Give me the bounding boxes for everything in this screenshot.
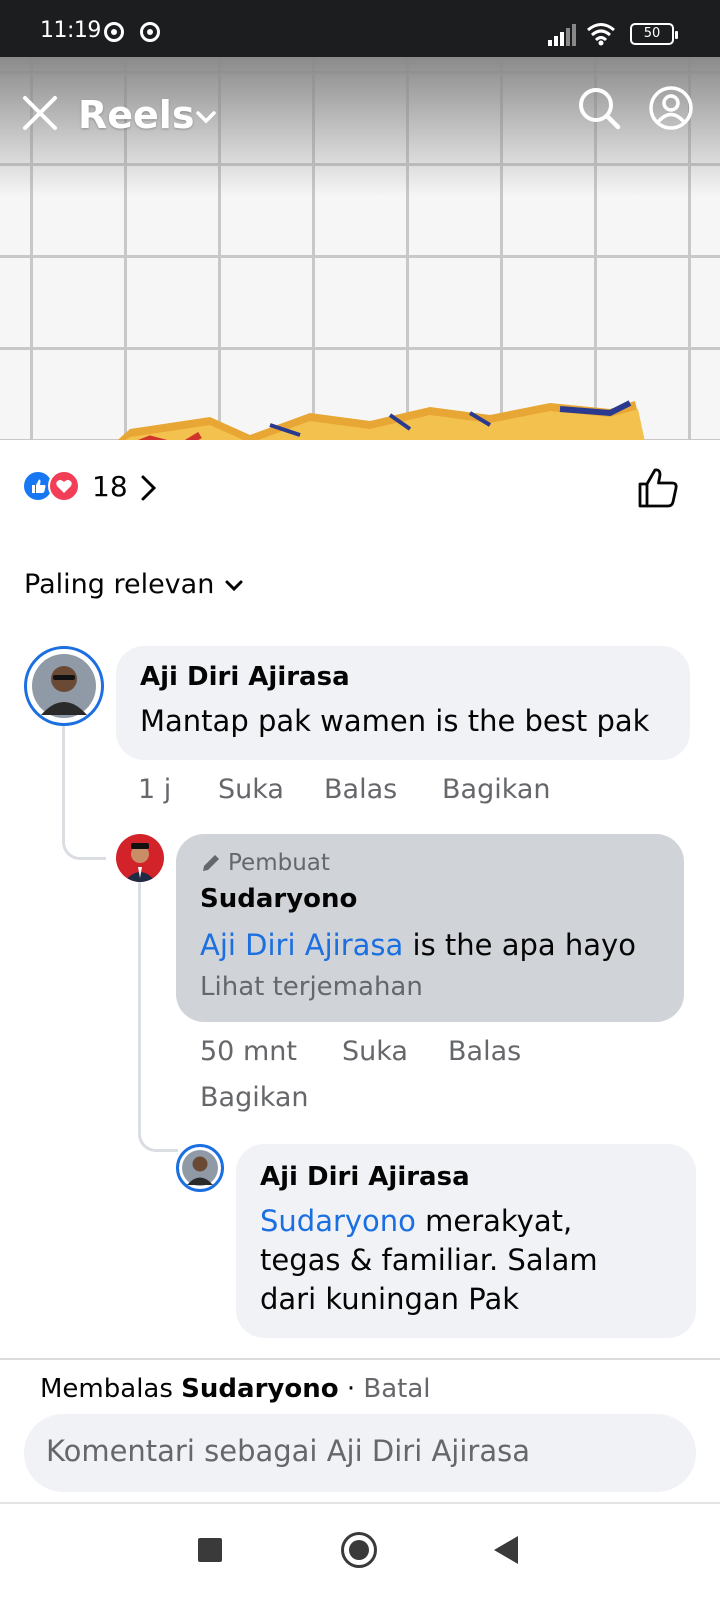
share-button[interactable]: Bagikan — [442, 774, 551, 805]
reply-button[interactable]: Balas — [448, 1036, 521, 1067]
pencil-icon — [203, 855, 219, 871]
profile-icon[interactable] — [648, 85, 694, 131]
share-button[interactable]: Bagikan — [200, 1082, 309, 1113]
avatar[interactable] — [24, 646, 104, 726]
chevron-right-icon — [141, 475, 157, 501]
video-artwork — [117, 400, 645, 440]
close-icon[interactable] — [22, 95, 58, 131]
avatar[interactable] — [116, 834, 164, 882]
thread-connector — [138, 882, 178, 1152]
search-icon[interactable] — [576, 85, 622, 131]
comment-input-placeholder: Komentari sebagai Aji Diri Ajirasa — [46, 1434, 530, 1468]
comment-input[interactable]: Komentari sebagai Aji Diri Ajirasa — [24, 1414, 696, 1492]
replying-to-bar: Membalas Sudaryono · Batal — [40, 1374, 431, 1404]
chevron-down-icon[interactable] — [224, 578, 244, 594]
avatar[interactable] — [176, 1144, 224, 1192]
like-comment-button[interactable]: Suka — [218, 774, 284, 805]
comment-text: Aji Diri Ajirasa is the apa hayo — [200, 928, 636, 962]
sort-dropdown[interactable]: Paling relevan — [24, 568, 214, 602]
signal-icon — [548, 24, 576, 46]
home-button[interactable] — [341, 1532, 377, 1568]
divider — [0, 1358, 720, 1360]
like-comment-button[interactable]: Suka — [342, 1036, 408, 1067]
comment-author[interactable]: Aji Diri Ajirasa — [140, 662, 350, 692]
comment-time: 1 j — [138, 774, 172, 805]
comment-author[interactable]: Sudaryono — [200, 884, 357, 914]
reaction-count: 18 — [92, 470, 128, 503]
mention-link[interactable]: Sudaryono — [260, 1204, 416, 1238]
reel-video[interactable]: Reels — [0, 57, 720, 440]
back-button[interactable] — [494, 1536, 518, 1564]
thread-connector — [62, 722, 106, 860]
cancel-reply-button[interactable]: Batal — [363, 1374, 430, 1404]
love-reaction-icon — [48, 470, 80, 502]
status-time: 11:19 — [40, 18, 101, 43]
comment-text: Sudaryono merakyat, tegas & familiar. Sa… — [260, 1204, 598, 1316]
battery-icon: 50 — [630, 23, 678, 45]
divider — [0, 1502, 720, 1504]
like-button-icon[interactable] — [636, 466, 680, 510]
see-translation-link[interactable]: Lihat terjemahan — [200, 972, 423, 1002]
replying-to-name: Sudaryono — [181, 1374, 339, 1404]
comment-bubble[interactable]: Aji Diri Ajirasa Mantap pak wamen is the… — [116, 646, 690, 760]
chrome-notification-icon — [140, 22, 160, 42]
reply-button[interactable]: Balas — [324, 774, 397, 805]
comment-text: Mantap pak wamen is the best pak — [140, 704, 650, 738]
status-bar: 11:19 50 — [0, 0, 720, 57]
comment-time: 50 mnt — [200, 1036, 297, 1067]
author-badge: Pembuat — [228, 850, 330, 876]
chevron-down-icon[interactable] — [194, 105, 218, 129]
comment-author[interactable]: Aji Diri Ajirasa — [260, 1162, 470, 1192]
mention-link[interactable]: Aji Diri Ajirasa — [200, 928, 403, 962]
wifi-icon — [587, 23, 615, 46]
reels-title[interactable]: Reels — [78, 93, 194, 137]
recents-button[interactable] — [198, 1538, 222, 1562]
comment-bubble[interactable]: Aji Diri Ajirasa Sudaryono merakyat, teg… — [236, 1144, 696, 1338]
chrome-notification-icon — [104, 22, 124, 42]
battery-level: 50 — [643, 26, 661, 41]
author-comment-bubble[interactable]: Pembuat Sudaryono Aji Diri Ajirasa is th… — [176, 834, 684, 1022]
